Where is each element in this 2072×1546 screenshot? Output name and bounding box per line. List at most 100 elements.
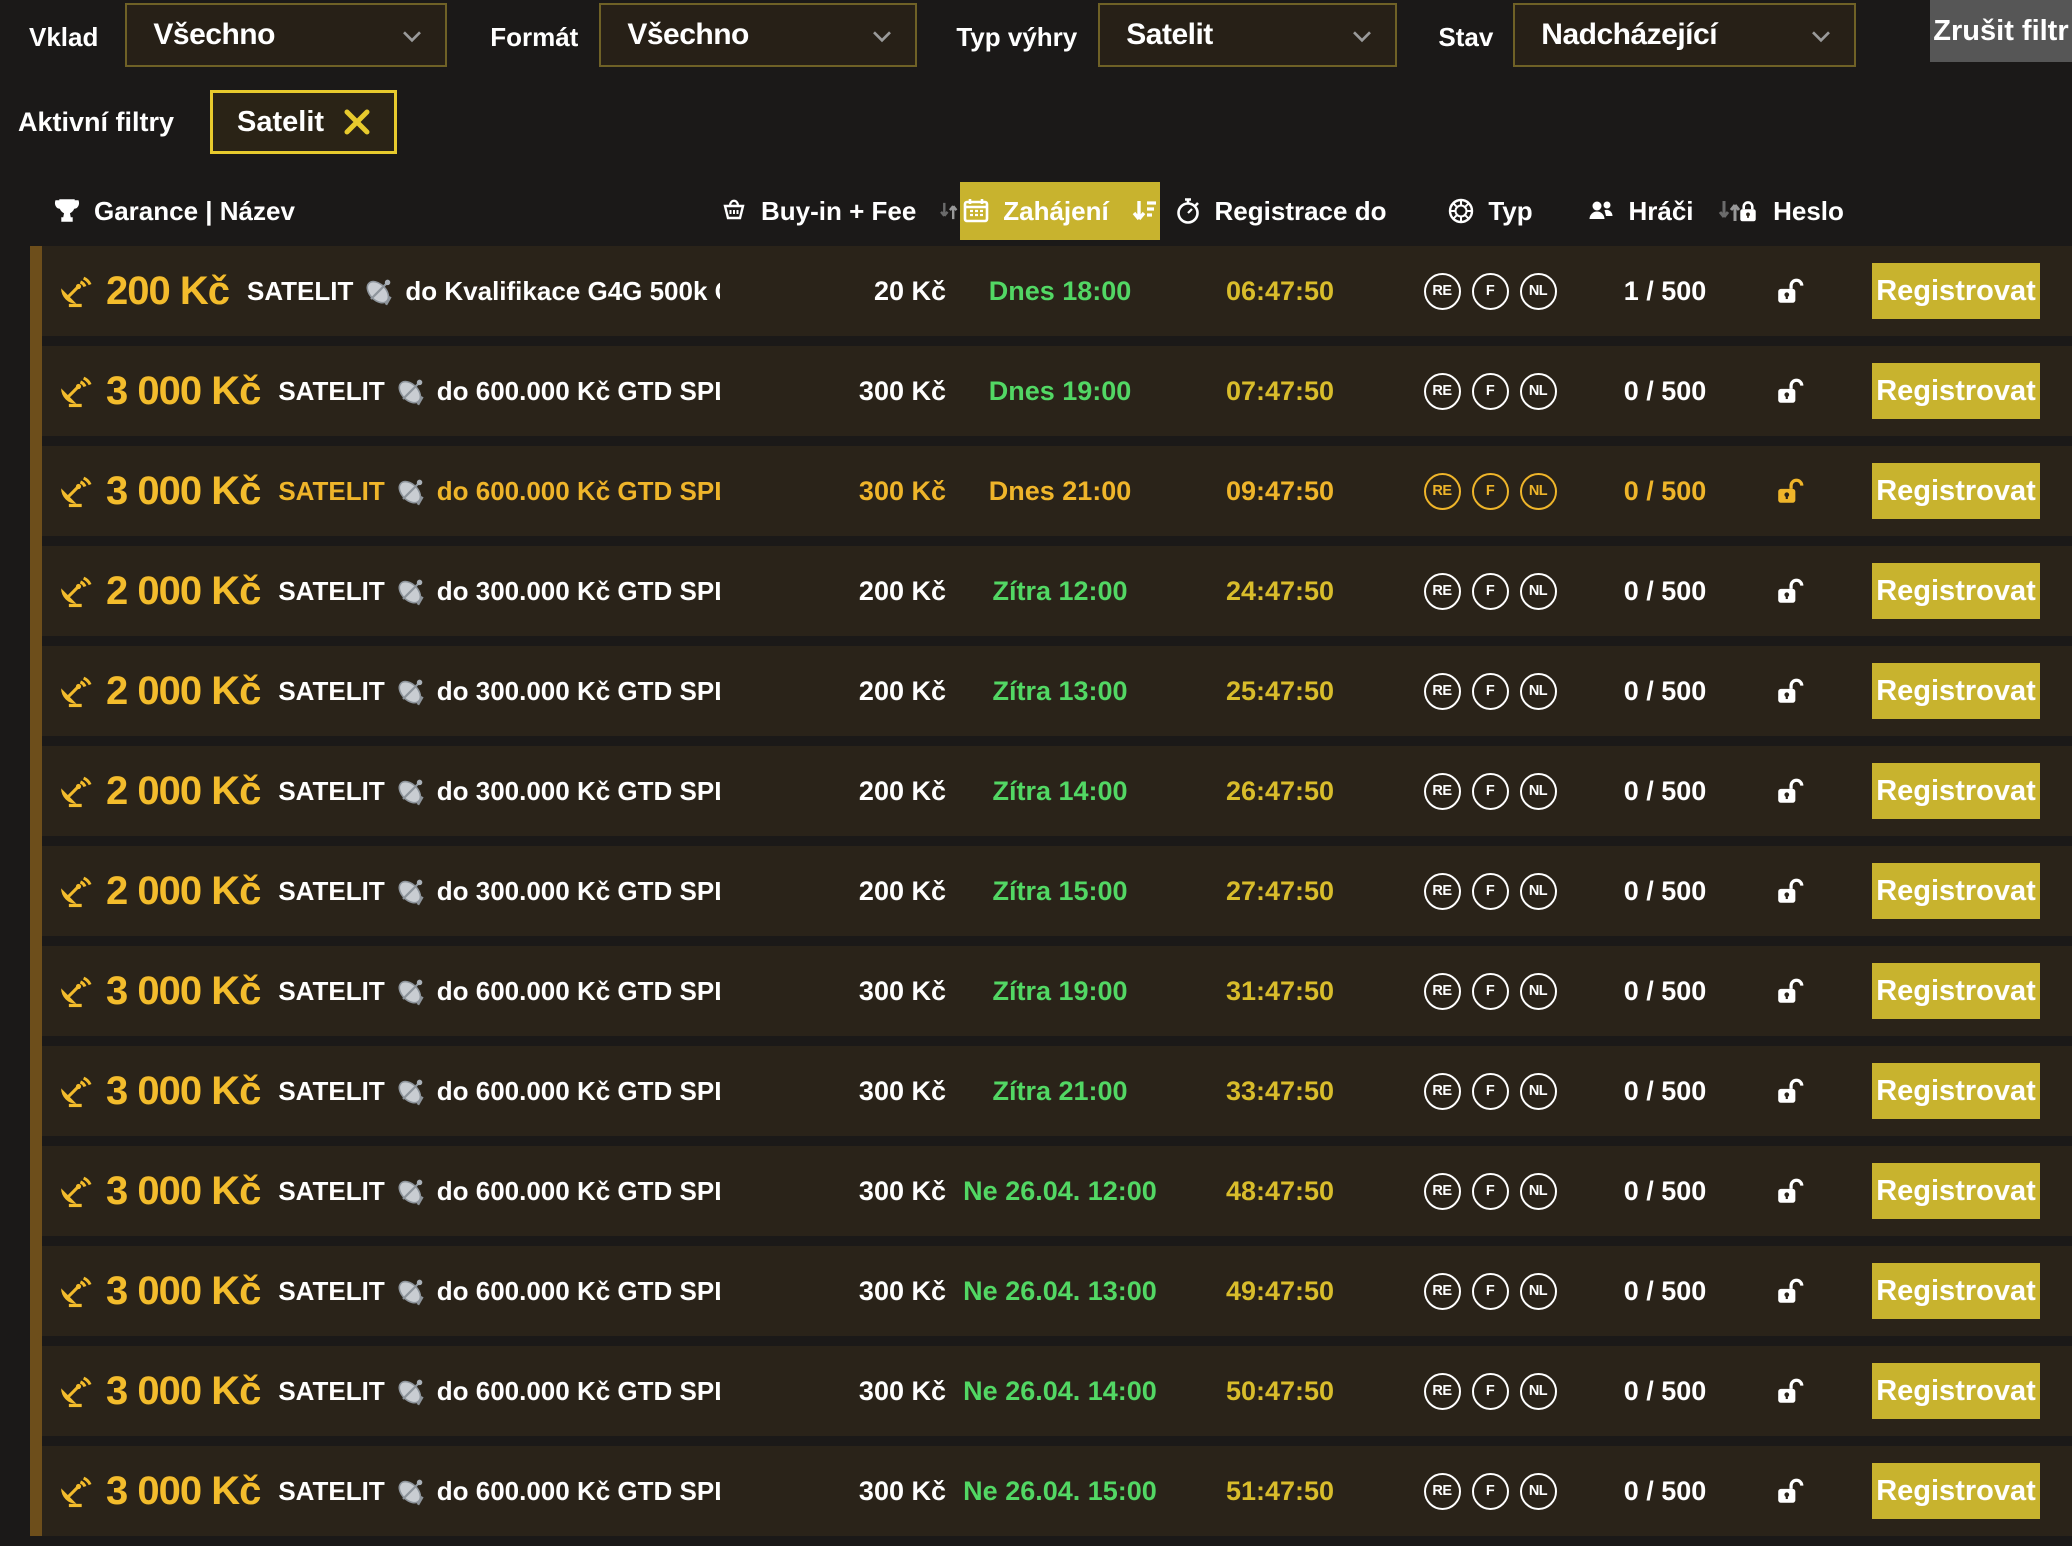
type-badge-nl: NL xyxy=(1520,1373,1557,1410)
filter-label-format: Formát xyxy=(490,22,578,53)
register-button[interactable]: Registrovat xyxy=(1872,563,2040,619)
lock-icon xyxy=(1736,199,1760,223)
type-badge-re: RE xyxy=(1424,773,1461,810)
start-value: Zítra 14:00 xyxy=(992,776,1127,807)
tournament-rows: 200 Kč SATELIT do Kvalifikace G4G 500k G… xyxy=(30,246,2072,1536)
reg-close-cell: 07:47:50 xyxy=(1160,376,1400,407)
players-cell: 0 / 500 xyxy=(1580,1276,1750,1307)
tournament-row[interactable]: 200 Kč SATELIT do Kvalifikace G4G 500k G… xyxy=(42,246,2072,336)
active-filter-chip-satelit[interactable]: Satelit xyxy=(210,90,397,154)
action-cell: Registrovat xyxy=(1830,1363,2040,1419)
satellite-emoji xyxy=(395,475,427,507)
start-cell: Ne 26.04. 15:00 xyxy=(960,1476,1160,1507)
header-hraci[interactable]: Hráči xyxy=(1580,182,1750,240)
register-button[interactable]: Registrovat xyxy=(1872,663,2040,719)
players-cell: 0 / 500 xyxy=(1580,976,1750,1007)
start-cell: Ne 26.04. 13:00 xyxy=(960,1276,1160,1307)
tournament-name: SATELIT do 300.000 Kč GTD SPL SIDE EVENT… xyxy=(278,775,720,807)
type-badge-f: F xyxy=(1472,1173,1509,1210)
register-button[interactable]: Registrovat xyxy=(1872,963,2040,1019)
type-badge-f: F xyxy=(1472,1073,1509,1110)
type-badge-re: RE xyxy=(1424,1473,1461,1510)
guarantee-amount: 2 000 Kč xyxy=(106,869,260,914)
dropdown-format[interactable]: Všechno xyxy=(599,3,917,67)
unlock-icon xyxy=(1775,374,1805,408)
tournament-row[interactable]: 2 000 Kč SATELIT do 300.000 Kč GTD SPL S… xyxy=(42,746,2072,836)
tournament-row[interactable]: 2 000 Kč SATELIT do 300.000 Kč GTD SPL S… xyxy=(42,846,2072,936)
tournament-row[interactable]: 3 000 Kč SATELIT do 600.000 Kč GTD SPL M… xyxy=(42,1146,2072,1236)
sort-arrows-icon[interactable] xyxy=(937,197,960,225)
tournament-row[interactable]: 3 000 Kč SATELIT do 600.000 Kč GTD SPL M… xyxy=(42,946,2072,1036)
reg-close-cell: 31:47:50 xyxy=(1160,976,1400,1007)
type-badge-re: RE xyxy=(1424,573,1461,610)
buyin-value: 300 Kč xyxy=(859,1476,946,1507)
header-registrace-do[interactable]: Registrace do xyxy=(1160,182,1400,240)
register-button[interactable]: Registrovat xyxy=(1872,263,2040,319)
dropdown-typ-vyhry[interactable]: Satelit xyxy=(1098,3,1397,67)
close-x-icon[interactable] xyxy=(344,109,370,135)
header-zahajeni[interactable]: Zahájení xyxy=(960,182,1160,240)
tournament-row[interactable]: 3 000 Kč SATELIT do 600.000 Kč GTD SPL M… xyxy=(42,346,2072,436)
dropdown-stav[interactable]: Nadcházející xyxy=(1513,3,1856,67)
reg-close-value: 07:47:50 xyxy=(1226,376,1334,407)
reg-close-cell: 06:47:50 xyxy=(1160,276,1400,307)
guarantee-name-cell: 3 000 Kč SATELIT do 600.000 Kč GTD SPL M… xyxy=(56,1469,720,1514)
type-badge-f: F xyxy=(1472,1273,1509,1310)
register-button[interactable]: Registrovat xyxy=(1872,463,2040,519)
type-badges: REFNL xyxy=(1400,1073,1580,1110)
header-garance-nazev[interactable]: Garance | Název xyxy=(30,182,720,240)
tournament-row[interactable]: 3 000 Kč SATELIT do 600.000 Kč GTD SPL M… xyxy=(42,1046,2072,1136)
sort-desc-icon[interactable] xyxy=(1130,197,1158,225)
buyin-value: 200 Kč xyxy=(859,576,946,607)
tournament-row[interactable]: 2 000 Kč SATELIT do 300.000 Kč GTD SPL S… xyxy=(42,646,2072,736)
clear-filter-button[interactable]: Zrušit filtr xyxy=(1930,0,2072,62)
satellite-dish-icon xyxy=(56,673,92,709)
guarantee-amount: 2 000 Kč xyxy=(106,669,260,714)
satellite-dish-icon xyxy=(56,473,92,509)
reg-close-value: 50:47:50 xyxy=(1226,1376,1334,1407)
header-heslo[interactable]: Heslo xyxy=(1750,182,1830,240)
satellite-emoji xyxy=(395,975,427,1007)
type-badges: REFNL xyxy=(1400,1173,1580,1210)
register-button[interactable]: Registrovat xyxy=(1872,763,2040,819)
buyin-cell: 300 Kč xyxy=(720,1076,960,1107)
guarantee-amount: 3 000 Kč xyxy=(106,1469,260,1514)
chevron-down-icon xyxy=(869,27,895,43)
register-button[interactable]: Registrovat xyxy=(1872,1063,2040,1119)
register-button[interactable]: Registrovat xyxy=(1872,363,2040,419)
type-badge-nl: NL xyxy=(1520,373,1557,410)
tournament-row[interactable]: 3 000 Kč SATELIT do 600.000 Kč GTD SPL M… xyxy=(42,1246,2072,1336)
type-badge-re: RE xyxy=(1424,1273,1461,1310)
register-button[interactable]: Registrovat xyxy=(1872,863,2040,919)
type-badge-f: F xyxy=(1472,873,1509,910)
dropdown-vklad[interactable]: Všechno xyxy=(125,3,447,67)
register-button[interactable]: Registrovat xyxy=(1872,1363,2040,1419)
start-cell: Zítra 21:00 xyxy=(960,1076,1160,1107)
header-buyin-fee[interactable]: Buy-in + Fee xyxy=(720,182,960,240)
tournament-row[interactable]: 3 000 Kč SATELIT do 600.000 Kč GTD SPL M… xyxy=(42,446,2072,536)
register-button[interactable]: Registrovat xyxy=(1872,1263,2040,1319)
satellite-emoji xyxy=(395,1275,427,1307)
buyin-value: 200 Kč xyxy=(859,776,946,807)
satellite-dish-icon xyxy=(56,273,92,309)
tournament-row[interactable]: 3 000 Kč SATELIT do 600.000 Kč GTD SPL M… xyxy=(42,1446,2072,1536)
players-value: 0 / 500 xyxy=(1624,876,1707,907)
buyin-value: 200 Kč xyxy=(859,676,946,707)
register-button[interactable]: Registrovat xyxy=(1872,1163,2040,1219)
tournament-name-rest: do 300.000 Kč GTD SPL SIDE EVENT (25.… xyxy=(437,576,720,607)
satellite-dish-icon xyxy=(56,1273,92,1309)
unlock-icon xyxy=(1775,1374,1805,1408)
tournament-name: SATELIT do 600.000 Kč GTD SPL MAJOR (26.… xyxy=(278,1475,720,1507)
register-button[interactable]: Registrovat xyxy=(1872,1463,2040,1519)
tournament-name-rest: do 300.000 Kč GTD SPL SIDE EVENT (25.… xyxy=(437,776,720,807)
header-typ[interactable]: Typ xyxy=(1400,182,1580,240)
tournament-name-prefix: SATELIT xyxy=(278,376,384,407)
players-value: 0 / 500 xyxy=(1624,1276,1707,1307)
buyin-cell: 200 Kč xyxy=(720,676,960,707)
tournament-name: SATELIT do 600.000 Kč GTD SPL MAJOR (26.… xyxy=(278,375,720,407)
tournament-row[interactable]: 3 000 Kč SATELIT do 600.000 Kč GTD SPL M… xyxy=(42,1346,2072,1436)
filter-bar: Vklad Všechno Formát Všechno Typ výhry S… xyxy=(0,0,2072,74)
players-value: 1 / 500 xyxy=(1624,276,1707,307)
tournament-row[interactable]: 2 000 Kč SATELIT do 300.000 Kč GTD SPL S… xyxy=(42,546,2072,636)
buyin-cell: 200 Kč xyxy=(720,576,960,607)
